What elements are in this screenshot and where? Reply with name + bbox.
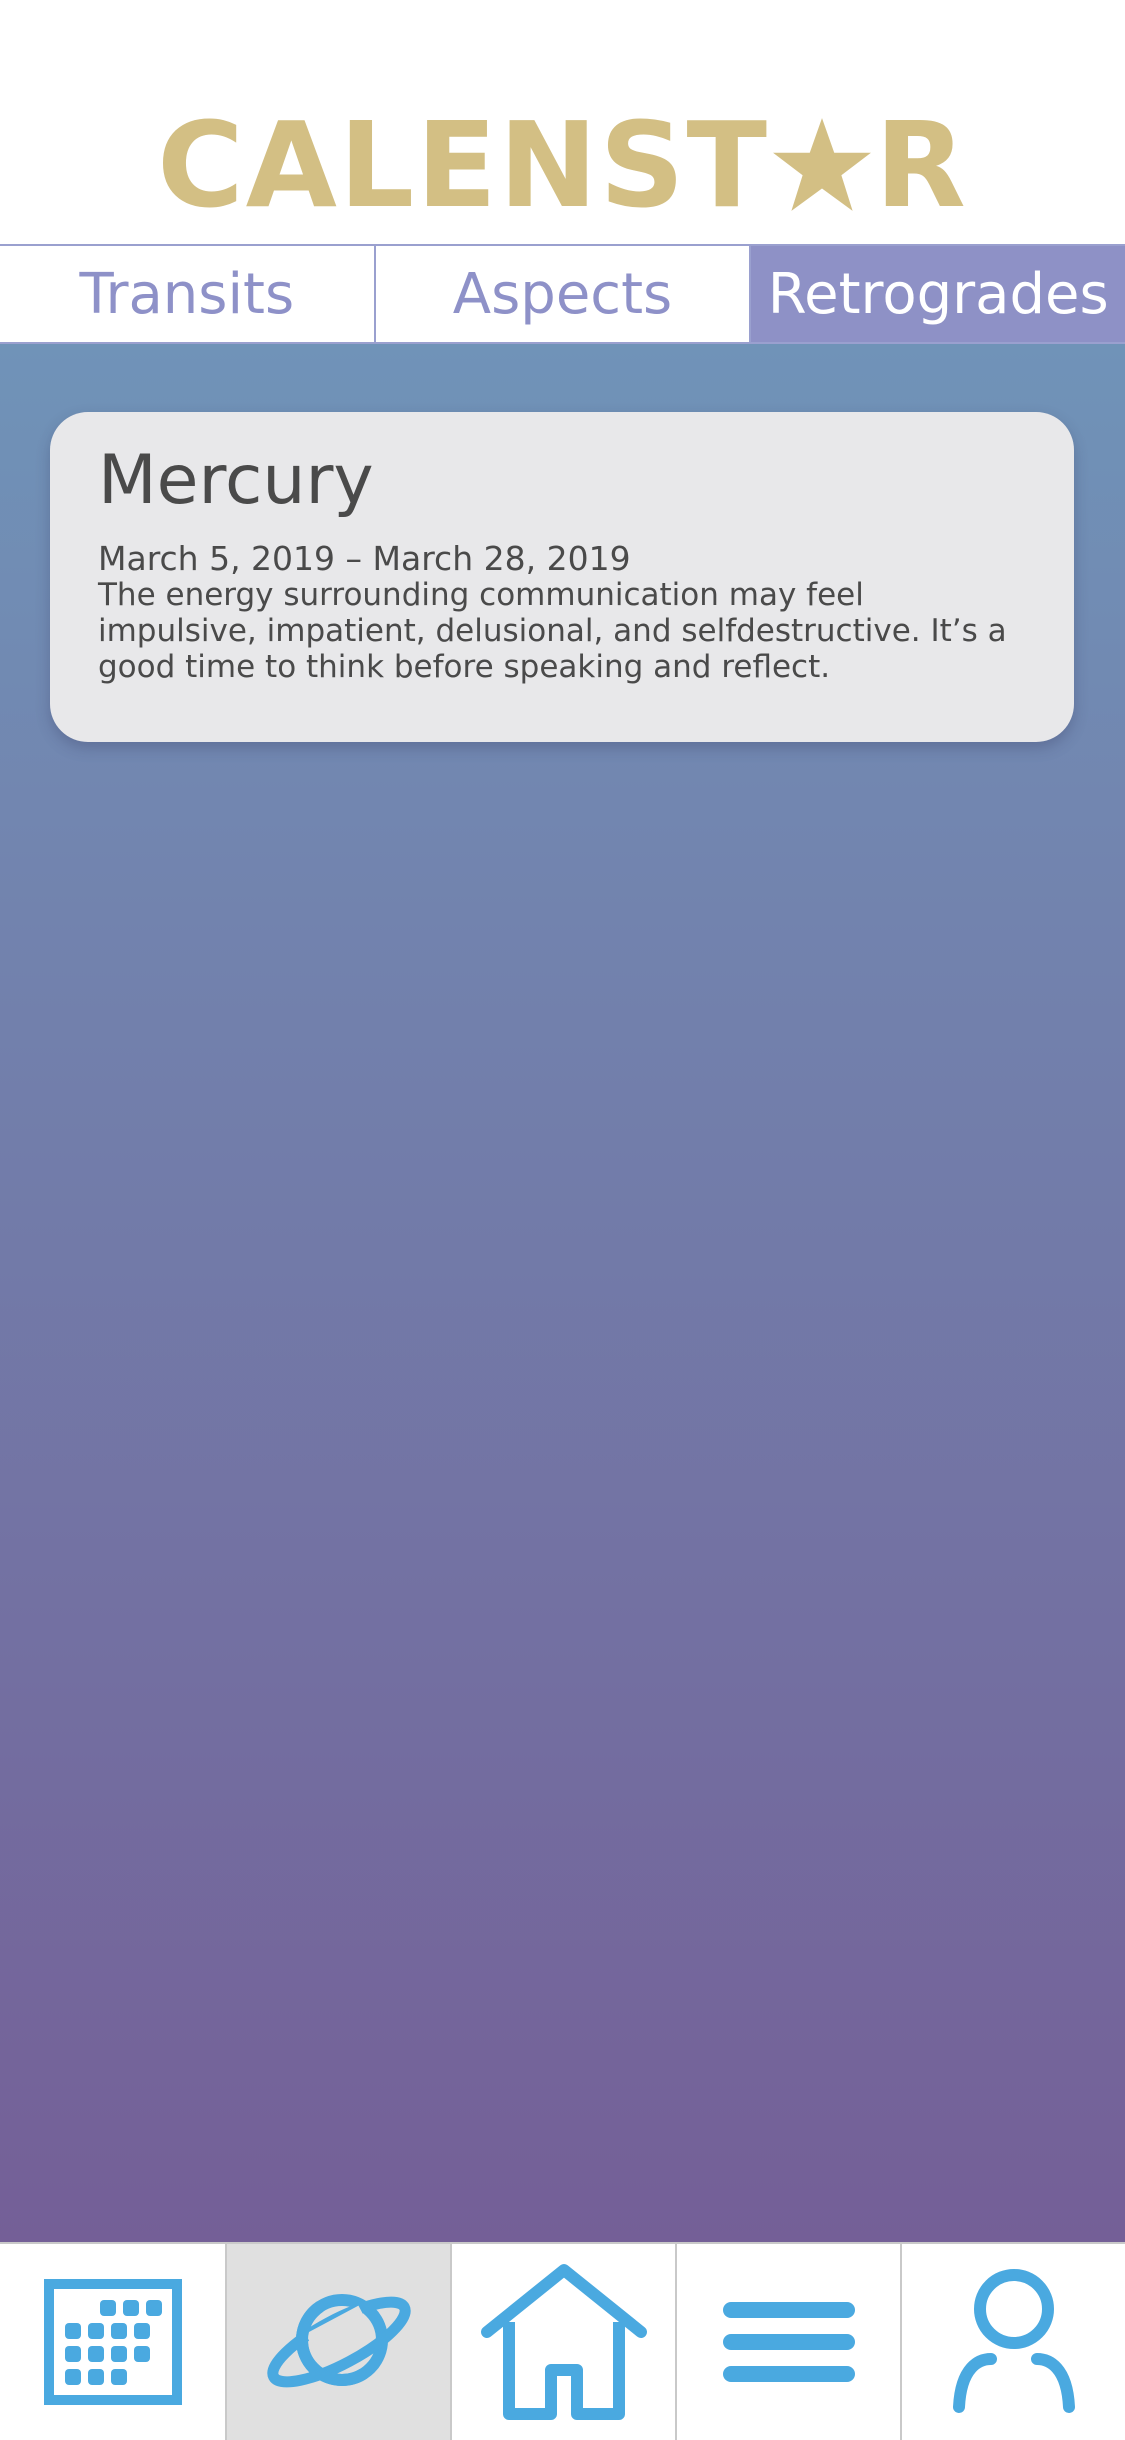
retrogrades-panel: Mercury March 5, 2019 – March 28, 2019 T… <box>0 344 1125 2242</box>
nav-home[interactable] <box>450 2244 675 2440</box>
star-icon <box>773 118 871 211</box>
retrograde-dates: March 5, 2019 – March 28, 2019 <box>98 538 631 578</box>
retrograde-description: The energy surrounding communication may… <box>98 576 1007 685</box>
home-icon <box>480 2264 647 2420</box>
planet-name: Mercury <box>98 441 374 520</box>
tab-bar: Transits Aspects Retrogrades <box>0 244 1125 344</box>
retrograde-card-mercury[interactable]: Mercury March 5, 2019 – March 28, 2019 T… <box>50 412 1074 742</box>
nav-menu[interactable] <box>675 2244 900 2440</box>
logo-text-right: R <box>875 96 968 234</box>
tab-aspects[interactable]: Aspects <box>373 246 750 342</box>
tab-retrogrades[interactable]: Retrogrades <box>749 246 1125 342</box>
profile-icon <box>952 2269 1075 2413</box>
nav-planets[interactable] <box>225 2244 450 2440</box>
nav-calendar[interactable] <box>0 2244 225 2440</box>
bottom-navigation <box>0 2242 1125 2440</box>
calendar-icon <box>43 2279 182 2405</box>
app-header: CALENST R <box>0 0 1125 244</box>
planet-icon <box>266 2294 411 2388</box>
tab-transits[interactable]: Transits <box>0 246 374 342</box>
nav-profile[interactable] <box>900 2244 1125 2440</box>
menu-icon <box>722 2302 855 2382</box>
calenstar-logo: CALENST R <box>0 100 1125 230</box>
logo-text-left: CALENST <box>157 96 770 234</box>
